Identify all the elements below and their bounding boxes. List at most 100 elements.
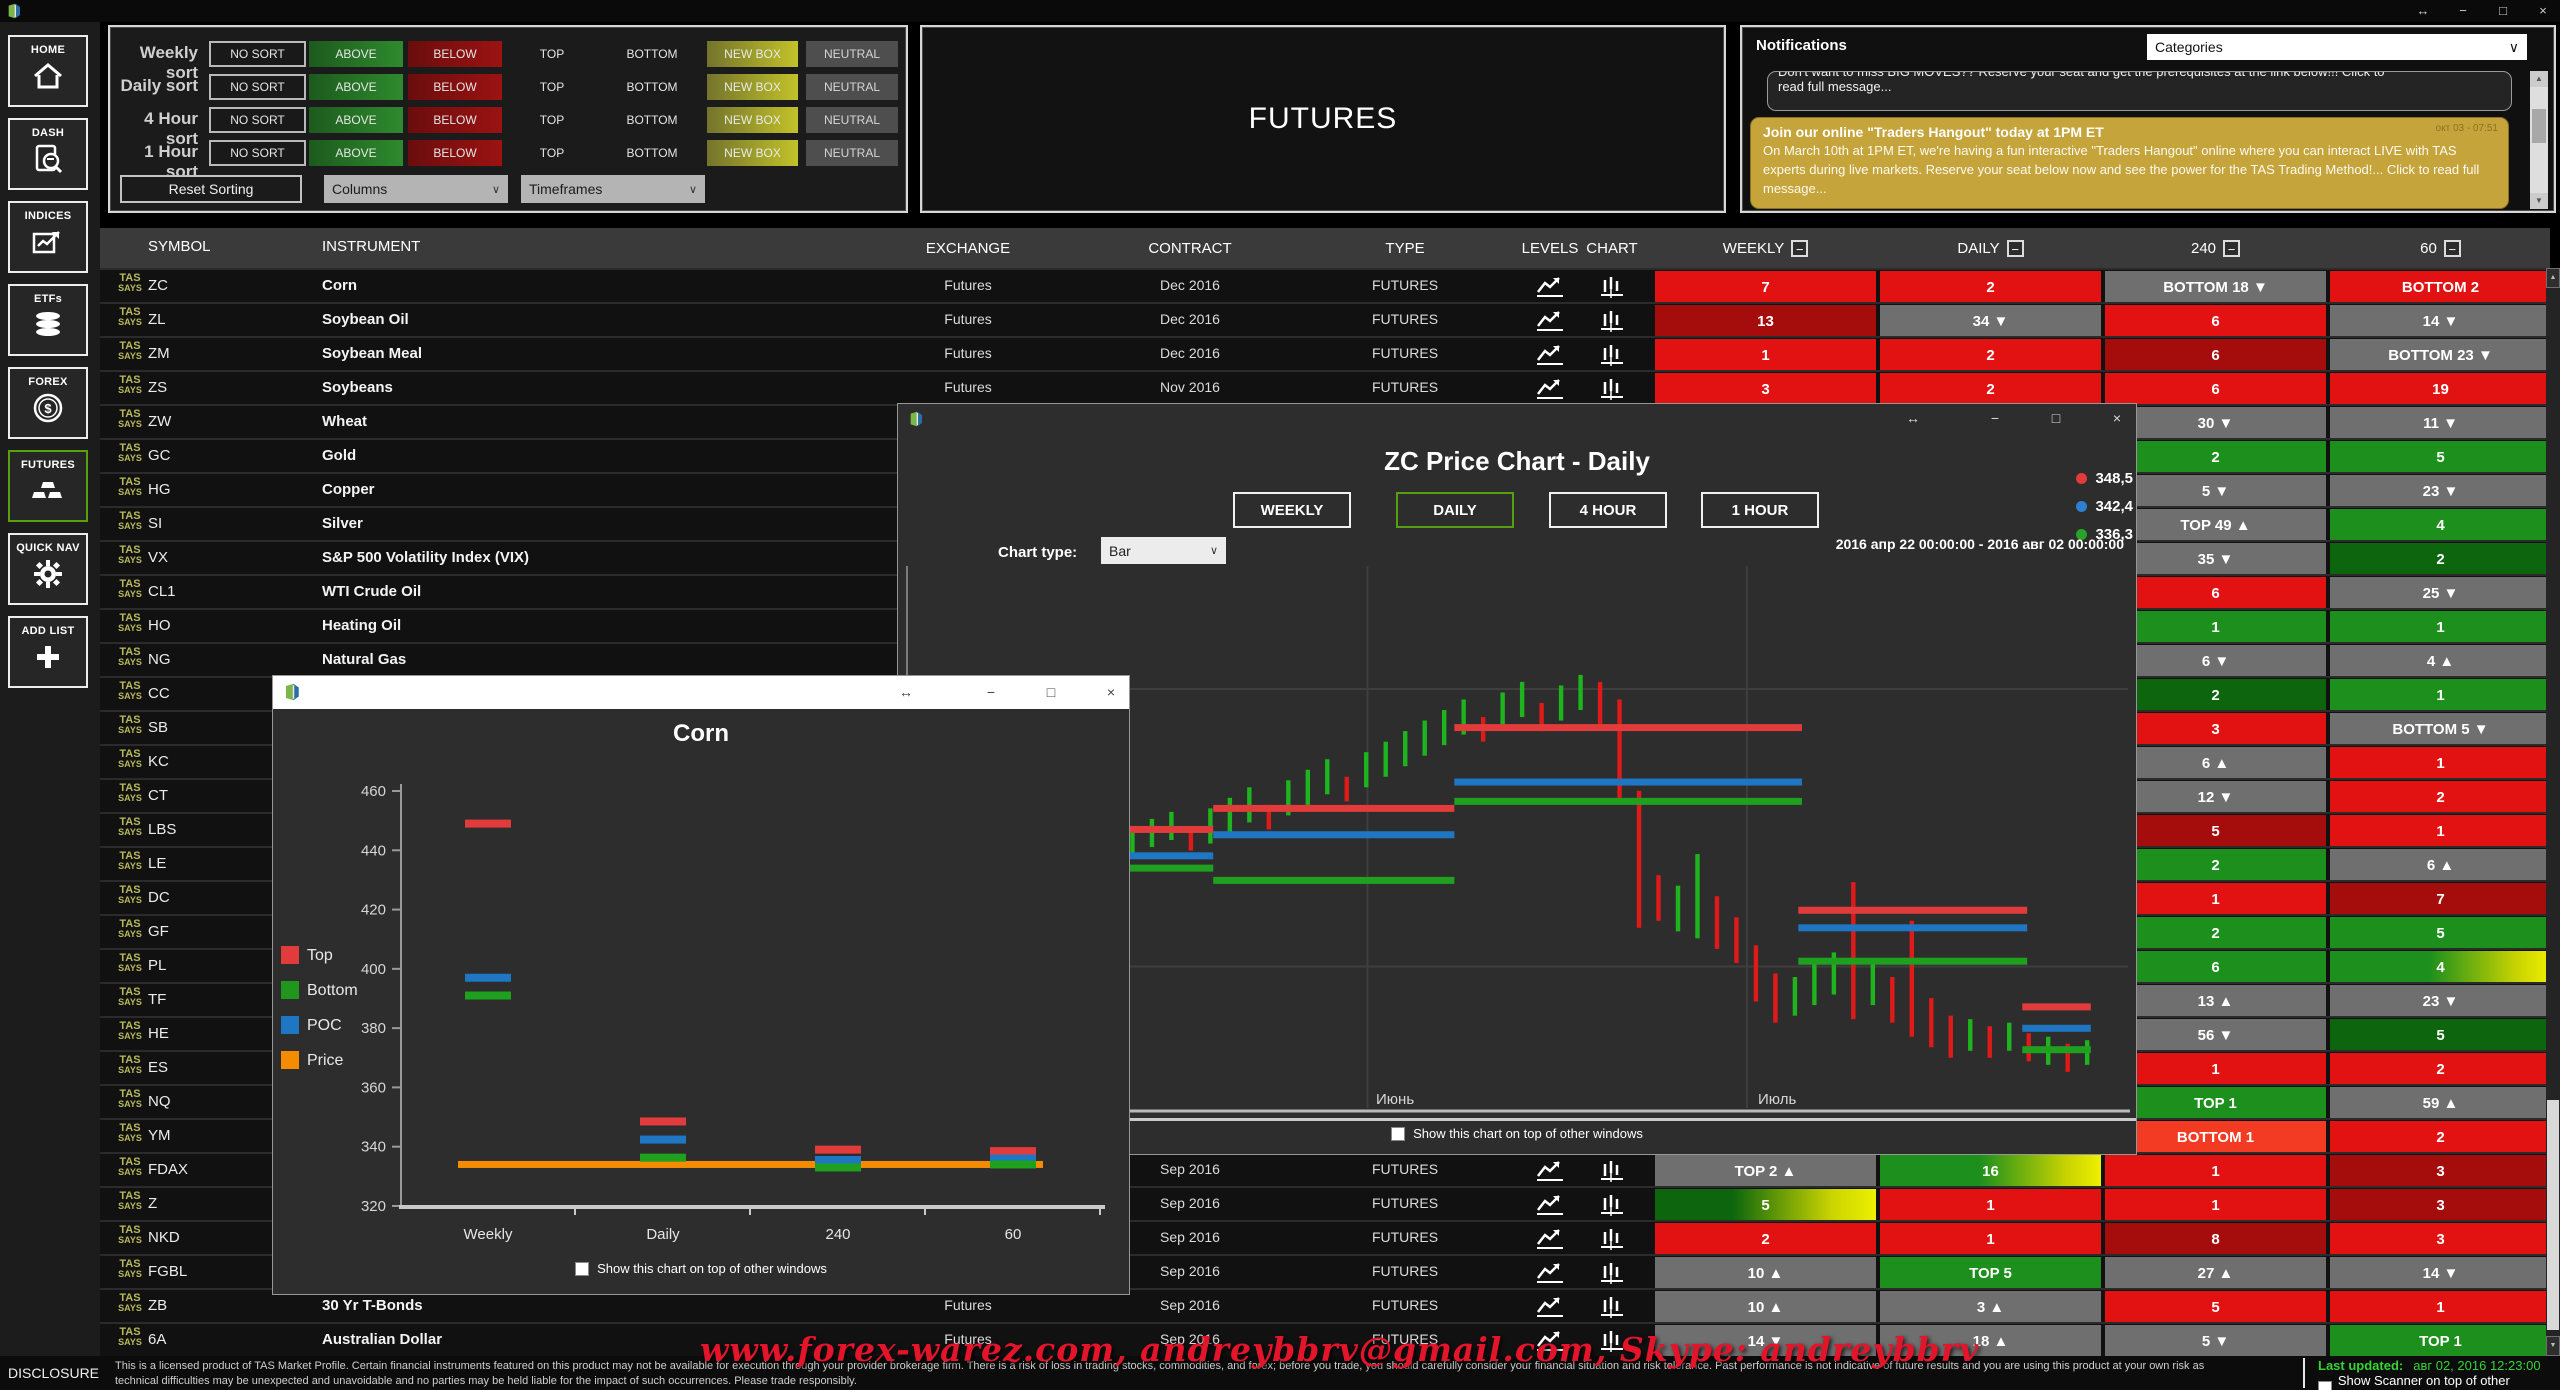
no-sort-button[interactable]: NO SORT <box>209 107 306 133</box>
bar-chart-icon[interactable] <box>1594 1225 1630 1253</box>
scanner-on-top-checkbox[interactable] <box>2318 1381 2332 1390</box>
240-cell[interactable]: 30 ▼ <box>2105 407 2326 439</box>
collapse-icon[interactable]: − <box>2007 240 2024 257</box>
sidebar-item-futures[interactable]: FUTURES <box>8 450 88 522</box>
no-sort-button[interactable]: NO SORT <box>209 74 306 100</box>
minimize-button[interactable]: − <box>1980 406 2010 430</box>
new-box-button[interactable]: NEW BOX <box>707 74 798 100</box>
240-cell[interactable]: 1 <box>2105 1053 2326 1085</box>
60-cell[interactable]: 2 <box>2330 543 2551 575</box>
close-button[interactable]: × <box>1096 680 1126 704</box>
240-cell[interactable]: 5 <box>2105 815 2326 847</box>
60-cell[interactable]: 11 ▼ <box>2330 407 2551 439</box>
240-cell[interactable]: 1 <box>2105 611 2326 643</box>
daily-cell[interactable]: 34 ▼ <box>1880 305 2101 337</box>
60-cell[interactable]: 4 <box>2330 951 2551 983</box>
notification-card-highlight[interactable]: окт 03 - 07:51 Join our online "Traders … <box>1750 117 2509 209</box>
60-cell[interactable]: 5 <box>2330 1019 2551 1051</box>
daily-cell[interactable]: 3 ▲ <box>1880 1291 2101 1323</box>
below-button[interactable]: BELOW <box>408 41 502 67</box>
weekly-cell[interactable]: 10 ▲ <box>1655 1257 1876 1289</box>
close-button[interactable]: × <box>2102 406 2132 430</box>
240-cell[interactable]: BOTTOM 1 <box>2105 1121 2326 1153</box>
240-cell[interactable]: 6 <box>2105 373 2326 405</box>
bar-chart-icon[interactable] <box>1594 307 1630 335</box>
daily-cell[interactable]: 1 <box>1880 1223 2101 1255</box>
above-button[interactable]: ABOVE <box>309 107 403 133</box>
levels-chart-icon[interactable] <box>1532 375 1568 403</box>
60-cell[interactable]: 1 <box>2330 815 2551 847</box>
bar-chart-icon[interactable] <box>1594 1259 1630 1287</box>
60-cell[interactable]: 4 ▲ <box>2330 645 2551 677</box>
neutral-button[interactable]: NEUTRAL <box>806 41 898 67</box>
daily-cell[interactable]: 1 <box>1880 1189 2101 1221</box>
levels-chart-icon[interactable] <box>1532 341 1568 369</box>
col-60[interactable]: 60− <box>2330 228 2551 268</box>
weekly-cell[interactable]: TOP 2 ▲ <box>1655 1155 1876 1187</box>
60-cell[interactable]: 23 ▼ <box>2330 985 2551 1017</box>
levels-chart-icon[interactable] <box>1532 1191 1568 1219</box>
bar-chart-icon[interactable] <box>1594 273 1630 301</box>
60-cell[interactable]: 59 ▲ <box>2330 1087 2551 1119</box>
no-sort-button[interactable]: NO SORT <box>209 41 306 67</box>
col-240[interactable]: 240− <box>2105 228 2326 268</box>
weekly-cell[interactable]: 3 <box>1655 373 1876 405</box>
60-cell[interactable]: 3 <box>2330 1155 2551 1187</box>
60-cell[interactable]: 14 ▼ <box>2330 1257 2551 1289</box>
below-button[interactable]: BELOW <box>408 140 502 166</box>
240-cell[interactable]: 6 ▼ <box>2105 645 2326 677</box>
timeframes-dropdown[interactable]: Timeframes ∨ <box>521 175 705 203</box>
60-cell[interactable]: 23 ▼ <box>2330 475 2551 507</box>
weekly-cell[interactable]: 7 <box>1655 271 1876 303</box>
sidebar-item-forex[interactable]: FOREX$ <box>8 367 88 439</box>
chart-type-dropdown[interactable]: Bar ∨ <box>1101 537 1226 564</box>
240-cell[interactable]: 6 <box>2105 339 2326 371</box>
60-cell[interactable]: 2 <box>2330 1053 2551 1085</box>
below-button[interactable]: BELOW <box>408 74 502 100</box>
levels-chart-icon[interactable] <box>1532 273 1568 301</box>
col-daily[interactable]: DAILY− <box>1880 228 2101 268</box>
daily-cell[interactable]: 16 <box>1880 1155 2101 1187</box>
chart-on-top-checkbox[interactable] <box>1391 1127 1405 1141</box>
bottom-button[interactable]: BOTTOM <box>605 107 699 133</box>
notification-card[interactable]: Don't want to miss BIG MOVES?? Reserve y… <box>1767 71 2512 111</box>
close-button[interactable]: × <box>2526 0 2560 22</box>
sidebar-item-etfs[interactable]: ETFs <box>8 284 88 356</box>
window-drag-icon[interactable]: ↔ <box>1898 406 1928 430</box>
scrollbar-thumb[interactable] <box>2532 109 2546 143</box>
60-cell[interactable]: 2 <box>2330 781 2551 813</box>
top-button[interactable]: TOP <box>505 74 599 100</box>
bar-chart-icon[interactable] <box>1594 341 1630 369</box>
col-instrument[interactable]: INSTRUMENT <box>322 238 420 255</box>
col-contract[interactable]: CONTRACT <box>1112 228 1268 268</box>
240-cell[interactable]: 2 <box>2105 917 2326 949</box>
weekly-cell[interactable]: 1 <box>1655 339 1876 371</box>
60-cell[interactable]: 5 <box>2330 441 2551 473</box>
240-cell[interactable]: BOTTOM 18 ▼ <box>2105 271 2326 303</box>
sidebar-item-indices[interactable]: INDICES <box>8 201 88 273</box>
neutral-button[interactable]: NEUTRAL <box>806 107 898 133</box>
top-button[interactable]: TOP <box>505 107 599 133</box>
240-cell[interactable]: 6 <box>2105 305 2326 337</box>
new-box-button[interactable]: NEW BOX <box>707 41 798 67</box>
scrollbar-thumb[interactable] <box>2547 1100 2559 1330</box>
240-cell[interactable]: 8 <box>2105 1223 2326 1255</box>
window-drag-icon[interactable]: ↔ <box>891 680 921 704</box>
240-cell[interactable]: 6 ▲ <box>2105 747 2326 779</box>
60-cell[interactable]: 14 ▼ <box>2330 305 2551 337</box>
timeframe-button-weekly[interactable]: WEEKLY <box>1233 492 1351 528</box>
bottom-button[interactable]: BOTTOM <box>605 41 699 67</box>
levels-chart-icon[interactable] <box>1532 1293 1568 1321</box>
bottom-button[interactable]: BOTTOM <box>605 74 699 100</box>
new-box-button[interactable]: NEW BOX <box>707 107 798 133</box>
table-row[interactable]: TASSAYSZLSoybean OilFuturesDec 2016FUTUR… <box>100 302 2550 336</box>
sidebar-item-quick-nav[interactable]: QUICK NAV <box>8 533 88 605</box>
daily-cell[interactable]: TOP 5 <box>1880 1257 2101 1289</box>
bar-chart-icon[interactable] <box>1594 1191 1630 1219</box>
columns-dropdown[interactable]: Columns ∨ <box>324 175 508 203</box>
240-cell[interactable]: 5 <box>2105 1291 2326 1323</box>
weekly-cell[interactable]: 5 <box>1655 1189 1876 1221</box>
neutral-button[interactable]: NEUTRAL <box>806 140 898 166</box>
240-cell[interactable]: 3 <box>2105 713 2326 745</box>
scroll-up-icon[interactable]: ▲ <box>2546 268 2560 288</box>
